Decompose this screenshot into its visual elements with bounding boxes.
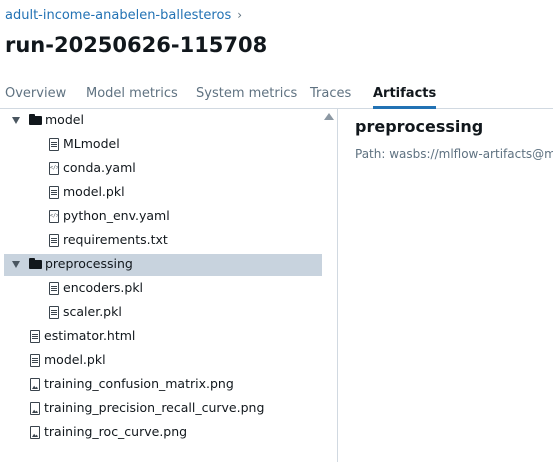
- tree-item-label: training_confusion_matrix.png: [44, 376, 234, 391]
- document-icon: [30, 330, 40, 343]
- artifact-tree: model MLmodel conda.yaml model.pkl pytho…: [0, 109, 338, 462]
- tree-file-estimator-html[interactable]: estimator.html: [4, 326, 322, 348]
- tree-item-label: requirements.txt: [63, 232, 168, 247]
- tree-file-training-precision-recall-curve[interactable]: training_precision_recall_curve.png: [4, 398, 322, 420]
- tree-file-python-env-yaml[interactable]: python_env.yaml: [4, 206, 322, 228]
- tab-system-metrics[interactable]: System metrics: [196, 86, 297, 101]
- tree-item-label: training_precision_recall_curve.png: [44, 400, 265, 415]
- tree-file-conda-yaml[interactable]: conda.yaml: [4, 158, 322, 180]
- tree-item-label: training_roc_curve.png: [44, 424, 188, 439]
- image-file-icon: [30, 402, 40, 415]
- page-title: run-20250626-115708: [5, 33, 268, 57]
- caret-down-icon[interactable]: [12, 117, 20, 124]
- document-icon: [49, 138, 59, 151]
- tab-traces[interactable]: Traces: [310, 86, 351, 101]
- document-icon: [49, 186, 59, 199]
- tree-folder-model[interactable]: model: [4, 110, 322, 132]
- tree-item-label: model.pkl: [44, 352, 106, 367]
- tree-file-scaler-pkl[interactable]: scaler.pkl: [4, 302, 322, 324]
- image-file-icon: [30, 426, 40, 439]
- tree-item-label: python_env.yaml: [63, 208, 170, 223]
- tree-file-requirements-txt[interactable]: requirements.txt: [4, 230, 322, 252]
- scroll-up-arrow-icon[interactable]: [324, 113, 334, 120]
- tree-file-model-pkl[interactable]: model.pkl: [4, 182, 322, 204]
- document-icon: [30, 354, 40, 367]
- folder-icon: [29, 258, 42, 269]
- tree-item-label: estimator.html: [44, 328, 136, 343]
- tree-file-mlmodel[interactable]: MLmodel: [4, 134, 322, 156]
- tree-item-label: model: [45, 112, 84, 127]
- code-file-icon: [49, 210, 59, 223]
- folder-icon: [29, 114, 42, 125]
- tree-item-label: preprocessing: [45, 256, 133, 271]
- tree-item-label: MLmodel: [63, 136, 120, 151]
- tree-item-label: scaler.pkl: [63, 304, 122, 319]
- document-icon: [49, 306, 59, 319]
- artifact-detail-title: preprocessing: [355, 117, 484, 136]
- breadcrumb-experiment-link[interactable]: adult-income-anabelen-ballesteros: [5, 8, 231, 23]
- tree-item-label: conda.yaml: [63, 160, 136, 175]
- breadcrumb: adult-income-anabelen-ballesteros ›: [5, 8, 242, 23]
- tab-overview[interactable]: Overview: [5, 86, 66, 101]
- image-file-icon: [30, 378, 40, 391]
- tab-model-metrics[interactable]: Model metrics: [86, 86, 178, 101]
- tree-file-training-roc-curve[interactable]: training_roc_curve.png: [4, 422, 322, 444]
- tree-item-label: model.pkl: [63, 184, 125, 199]
- tree-folder-preprocessing[interactable]: preprocessing: [4, 254, 322, 276]
- artifact-path: Path: wasbs://mlflow-artifacts@m: [355, 147, 553, 161]
- chevron-right-icon: ›: [237, 8, 243, 22]
- code-file-icon: [49, 162, 59, 175]
- tree-file-training-confusion-matrix[interactable]: training_confusion_matrix.png: [4, 374, 322, 396]
- document-icon: [49, 282, 59, 295]
- tab-artifacts[interactable]: Artifacts: [373, 86, 437, 109]
- document-icon: [49, 234, 59, 247]
- tree-item-label: encoders.pkl: [63, 280, 144, 295]
- caret-down-icon[interactable]: [12, 261, 20, 268]
- tab-bar: Overview Model metrics System metrics Tr…: [0, 84, 553, 109]
- tree-file-root-model-pkl[interactable]: model.pkl: [4, 350, 322, 372]
- tree-file-encoders-pkl[interactable]: encoders.pkl: [4, 278, 322, 300]
